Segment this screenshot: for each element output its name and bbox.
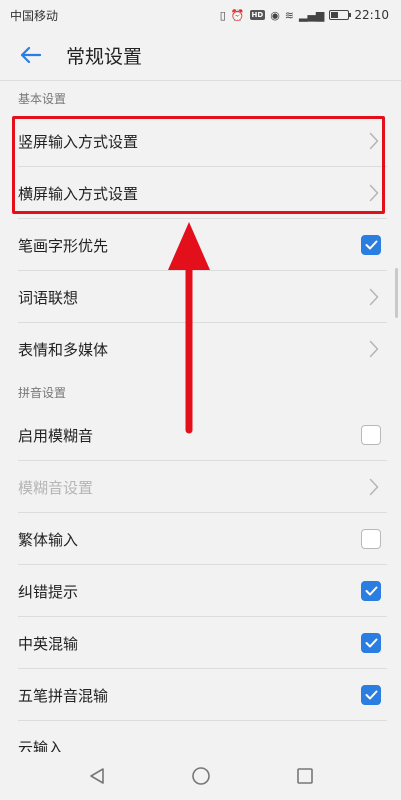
section-header: 拼音设置 xyxy=(18,386,67,400)
title-bar: 常规设置 xyxy=(0,30,401,80)
chevron-right-icon xyxy=(367,287,381,307)
settings-list: 基本设置竖屏输入方式设置 横屏输入方式设置 笔画字形优先 词语联想表情和多媒体拼音设置… xyxy=(0,81,401,773)
settings-row-label: 中英混输 xyxy=(18,634,79,653)
clock: 22:10 xyxy=(354,8,389,22)
back-arrow-icon[interactable] xyxy=(18,43,42,67)
settings-row-label: 表情和多媒体 xyxy=(18,340,109,359)
checkbox[interactable] xyxy=(361,425,381,445)
checkbox[interactable] xyxy=(361,633,381,653)
scrollbar[interactable] xyxy=(395,268,398,318)
signal-icon: ▂▄▆ xyxy=(299,8,325,22)
settings-row-label: 繁体输入 xyxy=(18,530,79,549)
nav-back-icon[interactable] xyxy=(86,765,108,787)
navigation-bar xyxy=(0,752,401,800)
checkbox[interactable] xyxy=(361,235,381,255)
status-bar: 中国移动 ▯ ⏰ HD ◉ ≋ ▂▄▆ 22:10 xyxy=(0,0,401,30)
settings-row-label: 横屏输入方式设置 xyxy=(18,184,139,203)
alarm-icon: ⏰ xyxy=(230,8,245,22)
vibrate-icon: ▯ xyxy=(219,8,226,22)
settings-row[interactable]: 词语联想 xyxy=(0,271,401,323)
settings-row[interactable]: 竖屏输入方式设置 xyxy=(0,115,401,167)
settings-row[interactable]: 表情和多媒体 xyxy=(0,323,401,375)
settings-row-label: 启用模糊音 xyxy=(18,426,94,445)
settings-row[interactable]: 启用模糊音 xyxy=(0,409,401,461)
settings-row-label: 笔画字形优先 xyxy=(18,236,109,255)
chevron-right-icon xyxy=(367,183,381,203)
settings-row[interactable]: 纠错提示 xyxy=(0,565,401,617)
settings-row[interactable]: 五笔拼音混输 xyxy=(0,669,401,721)
chevron-right-icon xyxy=(367,477,381,497)
settings-row-label: 词语联想 xyxy=(18,288,79,307)
chevron-right-icon xyxy=(367,339,381,359)
nav-recents-icon[interactable] xyxy=(294,765,316,787)
eye-icon: ◉ xyxy=(270,8,280,22)
settings-row[interactable]: 横屏输入方式设置 xyxy=(0,167,401,219)
page-title: 常规设置 xyxy=(66,45,143,68)
carrier-name: 中国移动 xyxy=(10,8,59,23)
checkbox[interactable] xyxy=(361,685,381,705)
wifi-icon: ≋ xyxy=(284,8,295,22)
battery-icon xyxy=(329,10,352,20)
settings-row[interactable]: 繁体输入 xyxy=(0,513,401,565)
status-icons: ▯ ⏰ HD ◉ ≋ ▂▄▆ 22:10 xyxy=(220,8,389,22)
checkbox[interactable] xyxy=(361,581,381,601)
section-header: 基本设置 xyxy=(18,92,67,106)
settings-row-label: 模糊音设置 xyxy=(18,478,94,497)
settings-row-label: 五笔拼音混输 xyxy=(18,686,109,705)
nav-home-icon[interactable] xyxy=(190,765,212,787)
settings-row-label: 纠错提示 xyxy=(18,582,79,601)
settings-row-label: 竖屏输入方式设置 xyxy=(18,132,139,151)
hd-icon: HD xyxy=(249,10,266,20)
checkbox[interactable] xyxy=(361,529,381,549)
chevron-right-icon xyxy=(367,131,381,151)
settings-row[interactable]: 中英混输 xyxy=(0,617,401,669)
settings-row[interactable]: 笔画字形优先 xyxy=(0,219,401,271)
settings-row: 模糊音设置 xyxy=(0,461,401,513)
